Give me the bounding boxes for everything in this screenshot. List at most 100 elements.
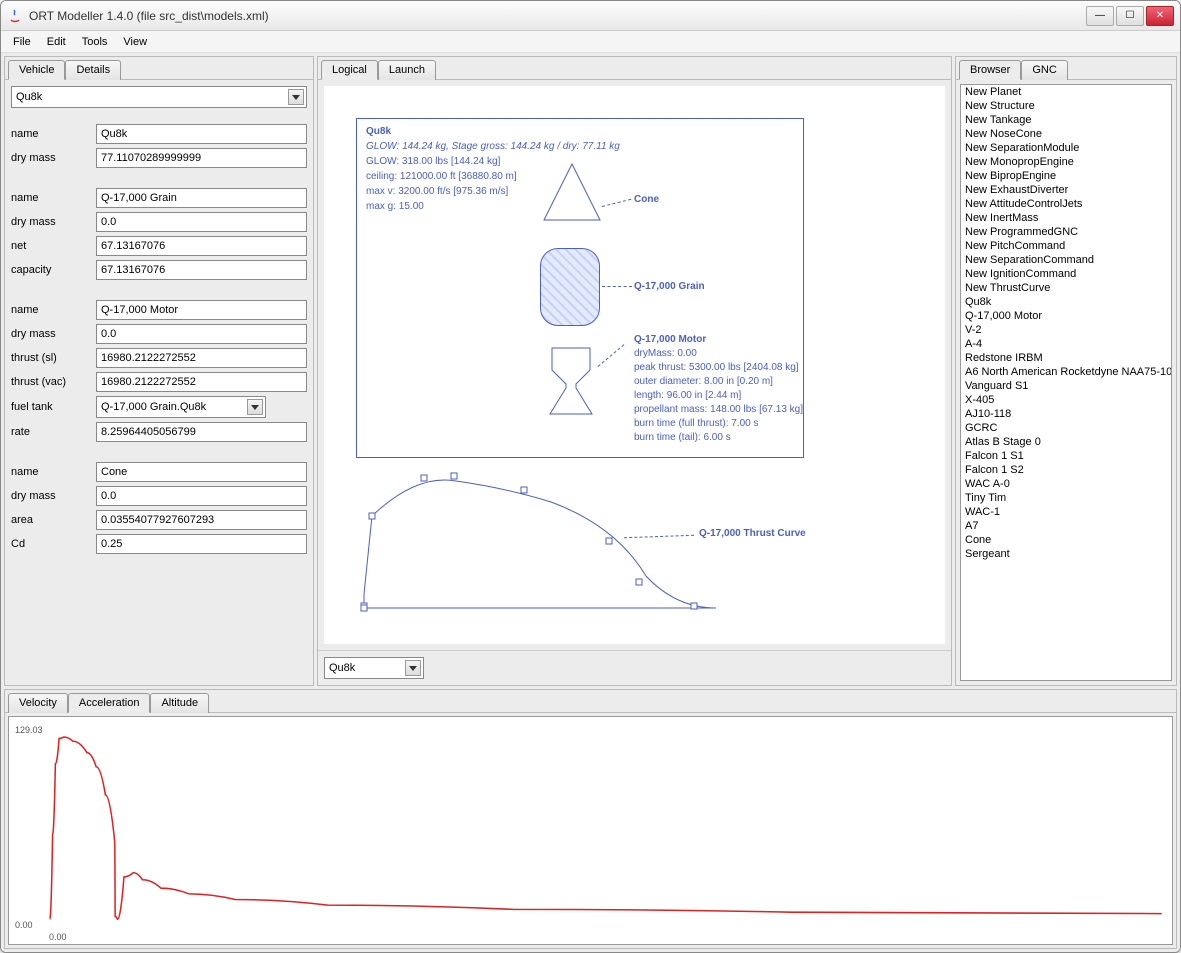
list-item[interactable]: Cone bbox=[961, 533, 1171, 547]
list-item[interactable]: New ThrustCurve bbox=[961, 281, 1171, 295]
menu-tools[interactable]: Tools bbox=[76, 34, 114, 50]
list-item[interactable]: X-405 bbox=[961, 393, 1171, 407]
text-input[interactable] bbox=[96, 348, 307, 368]
list-item[interactable]: New PitchCommand bbox=[961, 239, 1171, 253]
list-item[interactable]: A-4 bbox=[961, 337, 1171, 351]
text-input[interactable] bbox=[96, 236, 307, 256]
vehicle-combo-value: Qu8k bbox=[16, 91, 42, 103]
form-row: dry mass bbox=[11, 324, 307, 344]
text-input[interactable] bbox=[96, 422, 307, 442]
text-input[interactable] bbox=[96, 300, 307, 320]
list-item[interactable]: New MonopropEngine bbox=[961, 155, 1171, 169]
tc-point[interactable] bbox=[521, 487, 528, 494]
list-item[interactable]: A6 North American Rocketdyne NAA75-100 bbox=[961, 365, 1171, 379]
tab-details[interactable]: Details bbox=[65, 60, 121, 80]
tab-velocity[interactable]: Velocity bbox=[8, 693, 68, 713]
tc-point[interactable] bbox=[361, 605, 368, 612]
fuel-tank-combo[interactable]: Q-17,000 Grain.Qu8k bbox=[96, 396, 266, 418]
motor-line-6: burn time (tail): 6.00 s bbox=[634, 432, 731, 443]
list-item[interactable]: GCRC bbox=[961, 421, 1171, 435]
left-tabs: Vehicle Details bbox=[5, 57, 313, 80]
tab-gnc[interactable]: GNC bbox=[1021, 60, 1067, 80]
grain-shape bbox=[540, 248, 600, 326]
menubar: File Edit Tools View bbox=[1, 31, 1180, 53]
text-input[interactable] bbox=[96, 462, 307, 482]
list-item[interactable]: Redstone IRBM bbox=[961, 351, 1171, 365]
list-item[interactable]: New InertMass bbox=[961, 211, 1171, 225]
list-item[interactable]: New SeparationCommand bbox=[961, 253, 1171, 267]
text-input[interactable] bbox=[96, 212, 307, 232]
tc-point[interactable] bbox=[421, 475, 428, 482]
thrust-curve bbox=[356, 476, 736, 616]
list-item[interactable]: New NoseCone bbox=[961, 127, 1171, 141]
list-item[interactable]: V-2 bbox=[961, 323, 1171, 337]
center-bottom-combo[interactable]: Qu8k bbox=[324, 657, 424, 679]
list-item[interactable]: A7 bbox=[961, 519, 1171, 533]
motor-line-4: propellant mass: 148.00 lbs [67.13 kg] bbox=[634, 404, 803, 415]
menu-file[interactable]: File bbox=[7, 34, 37, 50]
list-item[interactable]: Atlas B Stage 0 bbox=[961, 435, 1171, 449]
list-item[interactable]: Q-17,000 Motor bbox=[961, 309, 1171, 323]
text-input[interactable] bbox=[96, 486, 307, 506]
list-item[interactable]: Tiny Tim bbox=[961, 491, 1171, 505]
list-item[interactable]: Falcon 1 S2 bbox=[961, 463, 1171, 477]
list-item[interactable]: Vanguard S1 bbox=[961, 379, 1171, 393]
text-input[interactable] bbox=[96, 372, 307, 392]
tab-altitude[interactable]: Altitude bbox=[150, 693, 209, 713]
minimize-button[interactable]: — bbox=[1086, 6, 1114, 26]
list-item[interactable]: WAC A-0 bbox=[961, 477, 1171, 491]
text-input[interactable] bbox=[96, 534, 307, 554]
java-icon bbox=[7, 8, 23, 24]
window-title: ORT Modeller 1.4.0 (file src_dist\models… bbox=[29, 9, 1086, 23]
acceleration-chart bbox=[9, 717, 1172, 944]
list-item[interactable]: New Tankage bbox=[961, 113, 1171, 127]
list-item[interactable]: New IgnitionCommand bbox=[961, 267, 1171, 281]
list-item[interactable]: New Planet bbox=[961, 85, 1171, 99]
vehicle-combo[interactable]: Qu8k bbox=[11, 86, 307, 108]
list-item[interactable]: New ExhaustDiverter bbox=[961, 183, 1171, 197]
tc-point[interactable] bbox=[451, 473, 458, 480]
list-item[interactable]: WAC-1 bbox=[961, 505, 1171, 519]
list-item[interactable]: Falcon 1 S1 bbox=[961, 449, 1171, 463]
diag-line-2: ceiling: 121000.00 ft [36880.80 m] bbox=[366, 171, 517, 182]
tc-point[interactable] bbox=[636, 579, 643, 586]
list-item[interactable]: New ProgrammedGNC bbox=[961, 225, 1171, 239]
text-input[interactable] bbox=[96, 260, 307, 280]
list-item[interactable]: AJ10-118 bbox=[961, 407, 1171, 421]
list-item[interactable]: New Structure bbox=[961, 99, 1171, 113]
motor-line-1: peak thrust: 5300.00 lbs [2404.08 kg] bbox=[634, 362, 799, 373]
tab-browser[interactable]: Browser bbox=[959, 60, 1021, 80]
tc-point[interactable] bbox=[606, 538, 613, 545]
tab-launch[interactable]: Launch bbox=[378, 60, 436, 80]
menu-edit[interactable]: Edit bbox=[41, 34, 72, 50]
field-label: net bbox=[11, 240, 96, 252]
diagram-area[interactable]: Qu8k GLOW: 144.24 kg, Stage gross: 144.2… bbox=[324, 86, 945, 644]
menu-view[interactable]: View bbox=[117, 34, 153, 50]
field-label: name bbox=[11, 128, 96, 140]
tc-point[interactable] bbox=[369, 513, 376, 520]
text-input[interactable] bbox=[96, 148, 307, 168]
tc-point[interactable] bbox=[691, 603, 698, 610]
chart-area[interactable]: 129.03 0.00 0.00 bbox=[8, 716, 1173, 945]
list-item[interactable]: New AttitudeControlJets bbox=[961, 197, 1171, 211]
tab-vehicle[interactable]: Vehicle bbox=[8, 60, 65, 80]
list-item[interactable]: New BipropEngine bbox=[961, 169, 1171, 183]
tab-acceleration[interactable]: Acceleration bbox=[68, 693, 151, 713]
form-row: name bbox=[11, 188, 307, 208]
browser-list[interactable]: New PlanetNew StructureNew TankageNew No… bbox=[960, 84, 1172, 681]
field-label: Cd bbox=[11, 538, 96, 550]
field-label: dry mass bbox=[11, 152, 96, 164]
text-input[interactable] bbox=[96, 324, 307, 344]
text-input[interactable] bbox=[96, 188, 307, 208]
list-item[interactable]: Sergeant bbox=[961, 547, 1171, 561]
tab-logical[interactable]: Logical bbox=[321, 60, 378, 80]
field-label: name bbox=[11, 304, 96, 316]
close-button[interactable]: ✕ bbox=[1146, 6, 1174, 26]
text-input[interactable] bbox=[96, 510, 307, 530]
text-input[interactable] bbox=[96, 124, 307, 144]
list-item[interactable]: Qu8k bbox=[961, 295, 1171, 309]
list-item[interactable]: New SeparationModule bbox=[961, 141, 1171, 155]
y-max-label: 129.03 bbox=[15, 725, 43, 735]
maximize-button[interactable]: ☐ bbox=[1116, 6, 1144, 26]
center-bottom-combo-value: Qu8k bbox=[329, 662, 355, 674]
